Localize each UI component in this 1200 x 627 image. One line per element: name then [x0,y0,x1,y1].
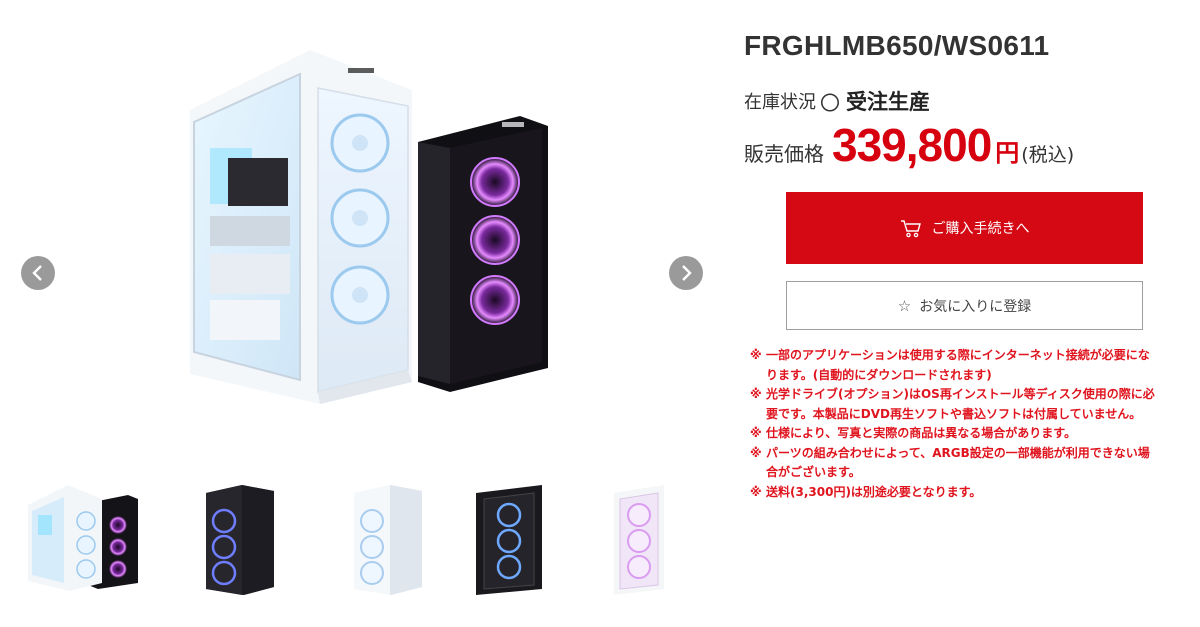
stock-status: 在庫状況 〇 受注生産 [744,86,930,116]
notice-mark: ※ [750,484,762,499]
stock-value: 受注生産 [846,90,930,114]
notice-item: ※ パーツの組み合わせによって、ARGB設定の一部機能が利用できない場合がござい… [750,444,1160,483]
notice-item: ※ 仕様により、写真と実際の商品は異なる場合があります。 [750,424,1160,444]
thumbnail-image [614,485,664,595]
purchase-button-label: ご購入手続きへ [931,221,1030,237]
notice-mark: ※ [750,445,762,460]
thumbnail-4[interactable] [462,475,592,600]
thumbnail-3[interactable] [314,475,444,600]
add-to-favorites-button[interactable]: ☆ お気に入りに登録 [786,281,1143,330]
stock-label: 在庫状況 [744,92,816,113]
notice-list: ※ 一部のアプリケーションは使用する際にインターネット接続が必要になります。(自… [750,346,1160,502]
notice-item: ※ 一部のアプリケーションは使用する際にインターネット接続が必要になります。(自… [750,346,1160,385]
gallery-next-button[interactable] [669,256,703,290]
thumbnail-2[interactable] [166,475,296,600]
notice-mark: ※ [750,348,762,362]
notice-text: 光学ドライブ(オプション)はOS再インストール等ディスク使用の際に必要です。本製… [766,387,1155,421]
notice-mark: ※ [750,426,762,440]
thumbnail-image [206,485,274,595]
purchase-button[interactable]: ご購入手続きへ [786,192,1143,264]
notice-item: ※ 光学ドライブ(オプション)はOS再インストール等ディスク使用の際に必要です。… [750,385,1160,424]
thumbnail-image [28,485,138,591]
notice-mark: ※ [750,387,762,401]
price: 販売価格 339,800 円 (税込) [744,118,1074,172]
price-value: 339,800 [832,119,992,171]
notice-text: 一部のアプリケーションは使用する際にインターネット接続が必要になります。(自動的… [766,348,1150,382]
notice-text: パーツの組み合わせによって、ARGB設定の一部機能が利用できない場合がございます… [766,445,1150,480]
stock-mark: 〇 [820,90,840,115]
price-unit: 円 [995,139,1020,167]
star-icon: ☆ [897,296,912,315]
thumbnail-strip [18,475,708,605]
main-product-image [190,50,548,404]
thumbnail-image [476,485,542,595]
thumbnail-1[interactable] [18,475,148,600]
product-gallery [0,0,730,470]
product-title: FRGHLMB650/WS0611 [744,30,1050,61]
thumbnail-image [354,485,422,595]
price-tax-note: (税込) [1021,144,1075,166]
favorites-button-label: お気に入りに登録 [919,298,1032,315]
chevron-left-icon [32,265,42,281]
gallery-prev-button[interactable] [21,256,55,290]
notice-text: 送料(3,300円)は別途必要となります。 [766,484,982,499]
notice-item: ※ 送料(3,300円)は別途必要となります。 [750,483,1160,503]
thumbnail-5[interactable] [600,475,730,600]
chevron-right-icon [682,265,692,281]
price-label: 販売価格 [744,142,824,166]
cart-icon [900,220,921,238]
notice-text: 仕様により、写真と実際の商品は異なる場合があります。 [766,426,1077,440]
